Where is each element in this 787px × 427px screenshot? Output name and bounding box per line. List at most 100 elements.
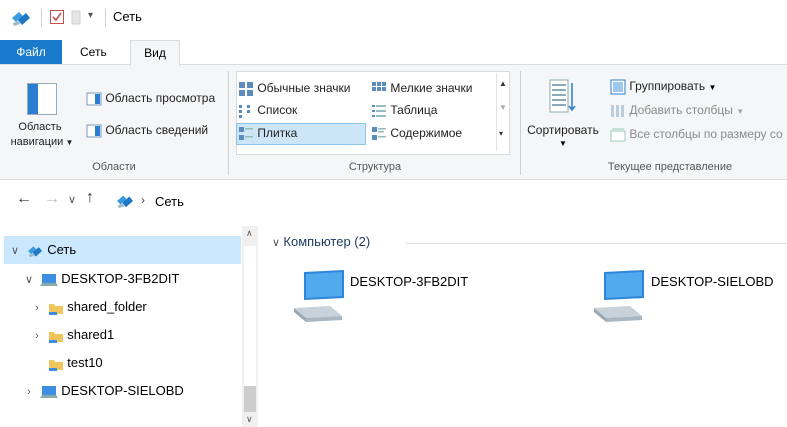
chevron-right-icon[interactable]: › — [30, 323, 44, 349]
scroll-up-icon[interactable]: ▲ — [499, 79, 507, 88]
computer-icon — [39, 385, 58, 398]
layout-item-label: Таблица — [390, 103, 438, 118]
group-by-icon — [610, 79, 626, 95]
nav-item-shared1[interactable]: › shared1 — [30, 322, 114, 348]
details-pane-button[interactable]: Область сведений — [86, 123, 208, 139]
navigation-pane: ∨ Сеть ∨ DESKTOP-3FB2DIT › shared_folder… — [0, 226, 258, 427]
computer-icon — [294, 270, 344, 322]
view-group-label: Текущее представление — [607, 161, 733, 173]
group-header-line — [406, 243, 787, 244]
scroll-down-icon[interactable]: ▼ — [499, 103, 507, 112]
list-icon — [239, 105, 250, 118]
tab-network[interactable]: Сеть — [80, 40, 107, 64]
layout-details[interactable]: Таблица — [371, 103, 437, 119]
title-bar: ▾ Сеть — [0, 0, 787, 40]
dropdown-arrow-icon: ▼ — [708, 83, 717, 93]
preview-pane-button[interactable]: Область просмотра — [86, 91, 215, 107]
computer-tile[interactable]: DESKTOP-3FB2DIT — [290, 264, 550, 328]
sort-button[interactable]: Сортировать ▼ — [527, 77, 599, 155]
up-icon[interactable]: ↑ — [86, 189, 94, 207]
small-icons-icon — [372, 82, 386, 91]
chevron-right-icon[interactable]: › — [30, 295, 44, 321]
dropdown-arrow-icon: ▼ — [63, 138, 74, 147]
areas-group-label: Области — [92, 161, 136, 173]
ribbon: Область навигации ▼ Область просмотра Об… — [0, 64, 787, 180]
content-pane: ∨ Компьютер (2) DESKTOP-3FB2DIT DESKTOP-… — [272, 234, 787, 427]
layout-content[interactable]: Содержимое — [371, 126, 462, 142]
size-columns-icon — [610, 128, 626, 142]
tab-view[interactable]: Вид — [130, 40, 180, 66]
chevron-right-icon[interactable]: › — [22, 379, 36, 405]
chevron-down-icon[interactable]: ∨ — [272, 237, 280, 249]
network-icon — [117, 195, 133, 209]
layout-item-label: Список — [257, 103, 298, 118]
group-by-button[interactable]: Группировать ▼ — [610, 79, 716, 95]
scrollbar-thumb[interactable] — [244, 386, 256, 412]
nav-item-label: Сеть — [47, 242, 77, 257]
address-bar[interactable]: › Сеть — [108, 188, 787, 214]
address-row: ← → ∨ ↑ › Сеть — [0, 186, 787, 218]
new-folder-icon[interactable] — [71, 10, 81, 25]
preview-pane-label: Область просмотра — [105, 91, 216, 106]
forward-icon[interactable]: → — [44, 190, 60, 208]
network-icon — [12, 12, 30, 26]
layout-gallery-scroll[interactable]: ▲ ▼ ▾ — [496, 73, 509, 151]
network-icon — [27, 245, 42, 257]
layout-item-label: Содержимое — [390, 126, 463, 141]
nav-item-label: test10 — [67, 355, 103, 370]
group-header-label: Компьютер (2) — [283, 234, 371, 249]
add-columns-button[interactable]: Добавить столбцы ▼ — [610, 103, 744, 119]
customize-quick-access-icon[interactable]: ▾ — [88, 10, 93, 21]
nav-item-desktop-sielobd[interactable]: › DESKTOP-SIELOBD — [22, 378, 184, 404]
back-icon[interactable]: ← — [16, 190, 32, 208]
nav-item-test10[interactable]: test10 — [30, 350, 103, 376]
layout-list[interactable]: Список — [238, 103, 297, 119]
tile-label: DESKTOP-3FB2DIT — [350, 274, 469, 289]
layout-group-label: Структура — [348, 161, 402, 173]
nav-pane-label-2: навигации ▼ — [10, 136, 74, 148]
group-by-label: Группировать — [629, 79, 706, 94]
layout-tiles[interactable]: Плитка — [238, 126, 297, 142]
add-columns-icon — [611, 105, 624, 117]
properties-icon[interactable] — [49, 9, 65, 25]
tiles-icon — [239, 127, 253, 140]
computer-icon — [39, 273, 58, 286]
breadcrumb-network[interactable]: Сеть — [155, 194, 184, 209]
medium-icons-icon — [239, 82, 253, 96]
recent-locations-icon[interactable]: ∨ — [68, 193, 76, 206]
navigation-pane-icon — [27, 83, 57, 115]
nav-item-network[interactable]: ∨ Сеть — [8, 237, 76, 263]
nav-scrollbar[interactable]: ∧ ∨ — [242, 226, 258, 427]
chevron-down-icon[interactable]: ∨ — [8, 238, 22, 264]
shared-folder-icon — [48, 331, 63, 343]
size-columns-button[interactable]: Все столбцы по размеру со — [610, 127, 783, 143]
details-pane-label: Область сведений — [105, 123, 209, 138]
nav-item-label: DESKTOP-SIELOBD — [61, 383, 184, 398]
layout-small-icons[interactable]: Мелкие значки — [371, 81, 472, 97]
scroll-down-icon[interactable]: ∨ — [246, 414, 253, 425]
gallery-expand-icon[interactable]: ▾ — [499, 129, 503, 138]
details-pane-icon — [86, 124, 102, 138]
nav-item-label: shared1 — [67, 327, 115, 342]
sort-icon — [549, 79, 576, 113]
tile-label: DESKTOP-SIELOBD — [651, 274, 774, 289]
computer-tile[interactable]: DESKTOP-SIELOBD — [590, 264, 787, 328]
details-icon — [372, 105, 386, 117]
nav-pane-label-2-text: навигации — [10, 136, 64, 148]
group-header-computer[interactable]: ∨ Компьютер (2) — [272, 234, 370, 249]
scrollbar-track — [244, 246, 256, 386]
layout-item-label: Плитка — [257, 126, 298, 141]
nav-item-shared-folder[interactable]: › shared_folder — [30, 294, 147, 320]
preview-pane-icon — [86, 92, 102, 106]
chevron-down-icon[interactable]: ∨ — [22, 267, 36, 293]
nav-pane-button[interactable]: Область навигации ▼ — [10, 79, 73, 157]
nav-item-desktop-3fb2dit[interactable]: ∨ DESKTOP-3FB2DIT — [22, 266, 180, 293]
layout-medium-icons[interactable]: Обычные значки — [238, 81, 350, 97]
tab-file[interactable]: Файл — [0, 40, 62, 64]
scroll-up-icon[interactable]: ∧ — [246, 228, 253, 239]
nav-pane-label: Область — [18, 121, 62, 133]
group-divider — [228, 71, 229, 175]
shared-folder-icon — [48, 359, 63, 371]
sort-label: Сортировать — [527, 123, 599, 137]
breadcrumb-separator-icon: › — [141, 193, 145, 207]
